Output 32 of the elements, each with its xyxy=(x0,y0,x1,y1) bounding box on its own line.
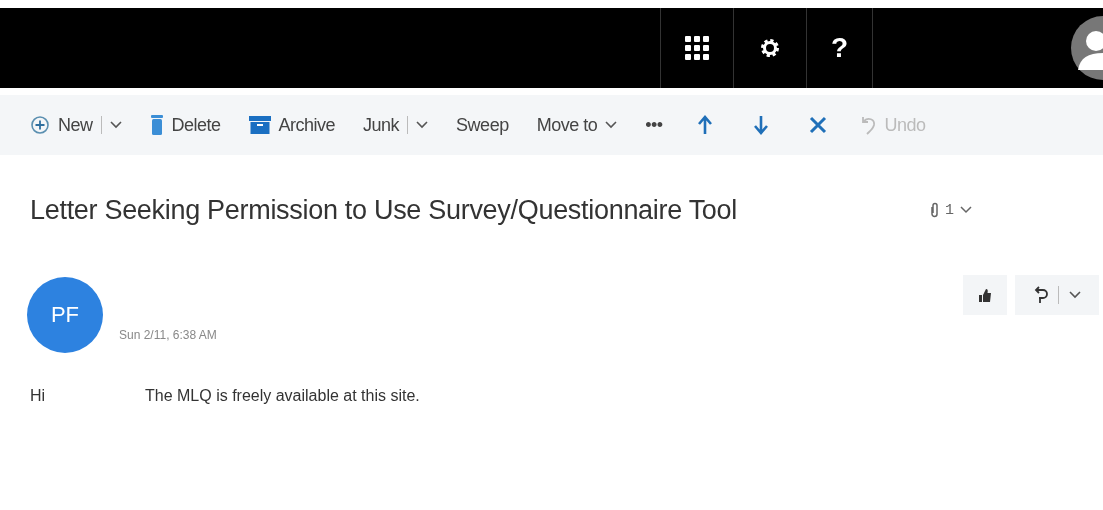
undo-icon xyxy=(860,115,877,135)
settings-icon xyxy=(759,37,781,59)
more-button[interactable]: ••• xyxy=(643,110,665,140)
email-subject: Letter Seeking Permission to Use Survey/Questionnaire Tool xyxy=(30,194,738,226)
caret-icon xyxy=(1068,291,1081,299)
caret-icon xyxy=(109,121,122,129)
toolbar-button[interactable]: Junk xyxy=(361,110,431,140)
up-arrow-icon[interactable] xyxy=(696,115,713,135)
attachment-button[interactable]: 1 xyxy=(924,200,978,220)
paperclip-icon xyxy=(930,202,939,218)
close-icon[interactable] xyxy=(808,116,827,134)
caret-icon xyxy=(416,121,429,129)
caret-icon xyxy=(605,121,618,129)
reply-icon xyxy=(1033,286,1048,304)
toolbar-button[interactable]: New xyxy=(28,110,124,140)
greeting-text: Hi xyxy=(30,387,47,405)
toolbar-button[interactable]: Sweep xyxy=(454,110,511,140)
down-arrow-icon[interactable] xyxy=(752,115,769,135)
trash-icon xyxy=(149,114,164,136)
toolbar-button[interactable]: Archive xyxy=(246,110,338,140)
reply-button[interactable] xyxy=(1015,275,1099,315)
caret-icon xyxy=(960,206,972,214)
archive-box-icon xyxy=(248,116,271,134)
sent-date: Sun 2/11, 6:38 AM xyxy=(119,328,218,342)
plus-circle-icon xyxy=(30,115,50,135)
message-body: The MLQ is freely available at this site. xyxy=(145,387,420,405)
like-button[interactable] xyxy=(963,275,1007,315)
sender-avatar: PF xyxy=(27,277,103,353)
grid-icon xyxy=(685,36,709,60)
thumbs-up-icon xyxy=(978,288,992,302)
toolbar-button[interactable]: Move to xyxy=(534,110,620,140)
toolbar-button[interactable]: Delete xyxy=(147,110,223,140)
